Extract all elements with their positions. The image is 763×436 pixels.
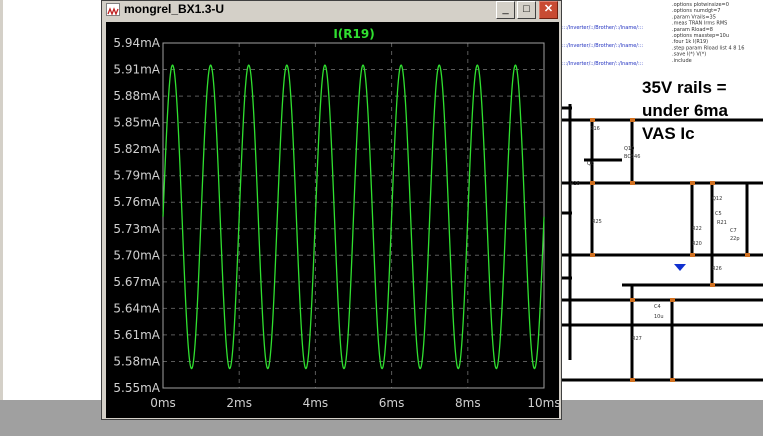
component-label[interactable]: C5 xyxy=(715,211,722,217)
spice-directive[interactable]: .options plotwinsize=0 xyxy=(672,2,729,8)
schematic-junctions xyxy=(590,118,750,382)
component-label[interactable]: Q10 xyxy=(624,146,634,152)
y-tick-label: 5.58mA xyxy=(113,354,160,368)
y-tick-label: 5.64mA xyxy=(113,301,160,315)
net-label[interactable]: :::/Inverter/::/Brother/::/lname/::: xyxy=(562,43,643,49)
net-labels: :::/Inverter/::/Brother/::/lname/::::::/… xyxy=(562,25,643,67)
component-label[interactable]: Q12 xyxy=(712,196,722,202)
trace-label[interactable]: I(R19) xyxy=(333,27,374,41)
minimize-button[interactable]: _ xyxy=(496,1,515,19)
y-axis-ticks: 5.94mA 5.91mA 5.88mA 5.85mA 5.82mA 5.79mA 5.76… xyxy=(113,36,160,395)
schematic-canvas[interactable]: .options plotwinsize=0 .options numdgt=7.… xyxy=(562,0,763,400)
component-label[interactable]: R20 xyxy=(692,241,702,247)
y-tick-label: 5.73mA xyxy=(113,222,160,236)
y-tick-label: 5.94mA xyxy=(113,36,160,50)
x-tick-label: 6ms xyxy=(379,396,405,410)
schematic-wires xyxy=(562,104,763,382)
spice-directive[interactable]: .options maxstep=10u xyxy=(672,33,729,39)
component-label[interactable]: R27 xyxy=(632,336,642,342)
y-tick-label: 5.70mA xyxy=(113,248,160,262)
component-label[interactable]: C7 xyxy=(730,228,737,234)
component-label[interactable]: R22 xyxy=(692,226,702,232)
trace-i-r19[interactable] xyxy=(162,64,545,370)
component-label[interactable]: R21 xyxy=(717,220,727,226)
waveform-viewer-window[interactable]: mongrel_BX1.3-U _ □ ✕ I(R19) 5.94mA 5.91m… xyxy=(101,0,562,420)
component-label[interactable]: R16 xyxy=(590,126,600,132)
spice-directive[interactable]: .param Vrails=35 xyxy=(672,14,716,20)
spice-directives: .options plotwinsize=0.options numdgt=7.… xyxy=(672,2,744,64)
component-label[interactable]: R25 xyxy=(592,219,602,225)
y-tick-label: 5.61mA xyxy=(113,328,160,342)
net-label[interactable]: :::/Inverter/::/Brother/::/lname/::: xyxy=(562,61,643,67)
x-tick-label: 2ms xyxy=(226,396,252,410)
spice-directive[interactable]: .four 1k I(R19) xyxy=(672,39,708,45)
spice-directive[interactable]: .param Rload=8 xyxy=(672,27,713,33)
x-axis-ticks: 0ms 2ms 4ms 6ms 8ms 10ms xyxy=(150,396,559,410)
component-label[interactable]: R26 xyxy=(712,266,722,272)
note-line-1: 35V rails = xyxy=(642,78,727,97)
spice-directive[interactable]: .step param Rload list 4 8 16 xyxy=(672,45,744,51)
y-tick-label: 5.79mA xyxy=(113,169,160,183)
x-tick-label: 8ms xyxy=(455,396,481,410)
schematic-note: 35V rails = under 6ma VAS Ic xyxy=(642,78,729,143)
component-label[interactable]: Q6 xyxy=(587,161,594,167)
background-window-pane xyxy=(0,0,100,400)
schematic-components: R16 Q10 BC546 Q6 R18 Q12 C5 R21 R22 R20 C7 22p R25 R2… xyxy=(570,126,740,342)
y-tick-label: 5.88mA xyxy=(113,89,160,103)
component-label[interactable]: 10u xyxy=(654,314,664,320)
waveform-app-icon[interactable] xyxy=(106,3,120,16)
pane-border xyxy=(0,0,3,400)
x-tick-label: 10ms xyxy=(527,396,559,410)
y-tick-label: 5.91mA xyxy=(113,63,160,77)
y-tick-label: 5.67mA xyxy=(113,275,160,289)
net-label[interactable]: :::/Inverter/::/Brother/::/lname/::: xyxy=(562,25,643,31)
x-tick-label: 0ms xyxy=(150,396,176,410)
close-button[interactable]: ✕ xyxy=(539,1,558,19)
ground-flag-icon xyxy=(674,264,686,271)
note-line-3: VAS Ic xyxy=(642,124,695,143)
y-tick-label: 5.55mA xyxy=(113,381,160,395)
spice-directive[interactable]: .save I(*) V(*) xyxy=(672,52,706,58)
y-tick-label: 5.82mA xyxy=(113,142,160,156)
plot-pane[interactable]: I(R19) 5.94mA 5.91mA 5.88mA 5.85mA 5.82mA 5.7… xyxy=(106,22,559,418)
y-tick-label: 5.85mA xyxy=(113,116,160,130)
x-tick-label: 4ms xyxy=(303,396,329,410)
component-label[interactable]: BC546 xyxy=(624,154,640,160)
y-tick-label: 5.76mA xyxy=(113,195,160,209)
spice-directive[interactable]: .include xyxy=(672,58,692,64)
maximize-button[interactable]: □ xyxy=(517,1,536,19)
window-title: mongrel_BX1.3-U xyxy=(124,2,225,16)
spice-directive[interactable]: .options numdgt=7 xyxy=(672,8,720,14)
spice-directive[interactable]: .meas TRAN Irms RMS xyxy=(672,21,727,27)
component-label[interactable]: R18 xyxy=(570,181,580,187)
note-line-2: under 6ma xyxy=(642,101,729,120)
window-titlebar[interactable]: mongrel_BX1.3-U _ □ ✕ xyxy=(102,1,561,19)
component-label[interactable]: C4 xyxy=(654,304,661,310)
component-label[interactable]: 22p xyxy=(730,236,740,242)
